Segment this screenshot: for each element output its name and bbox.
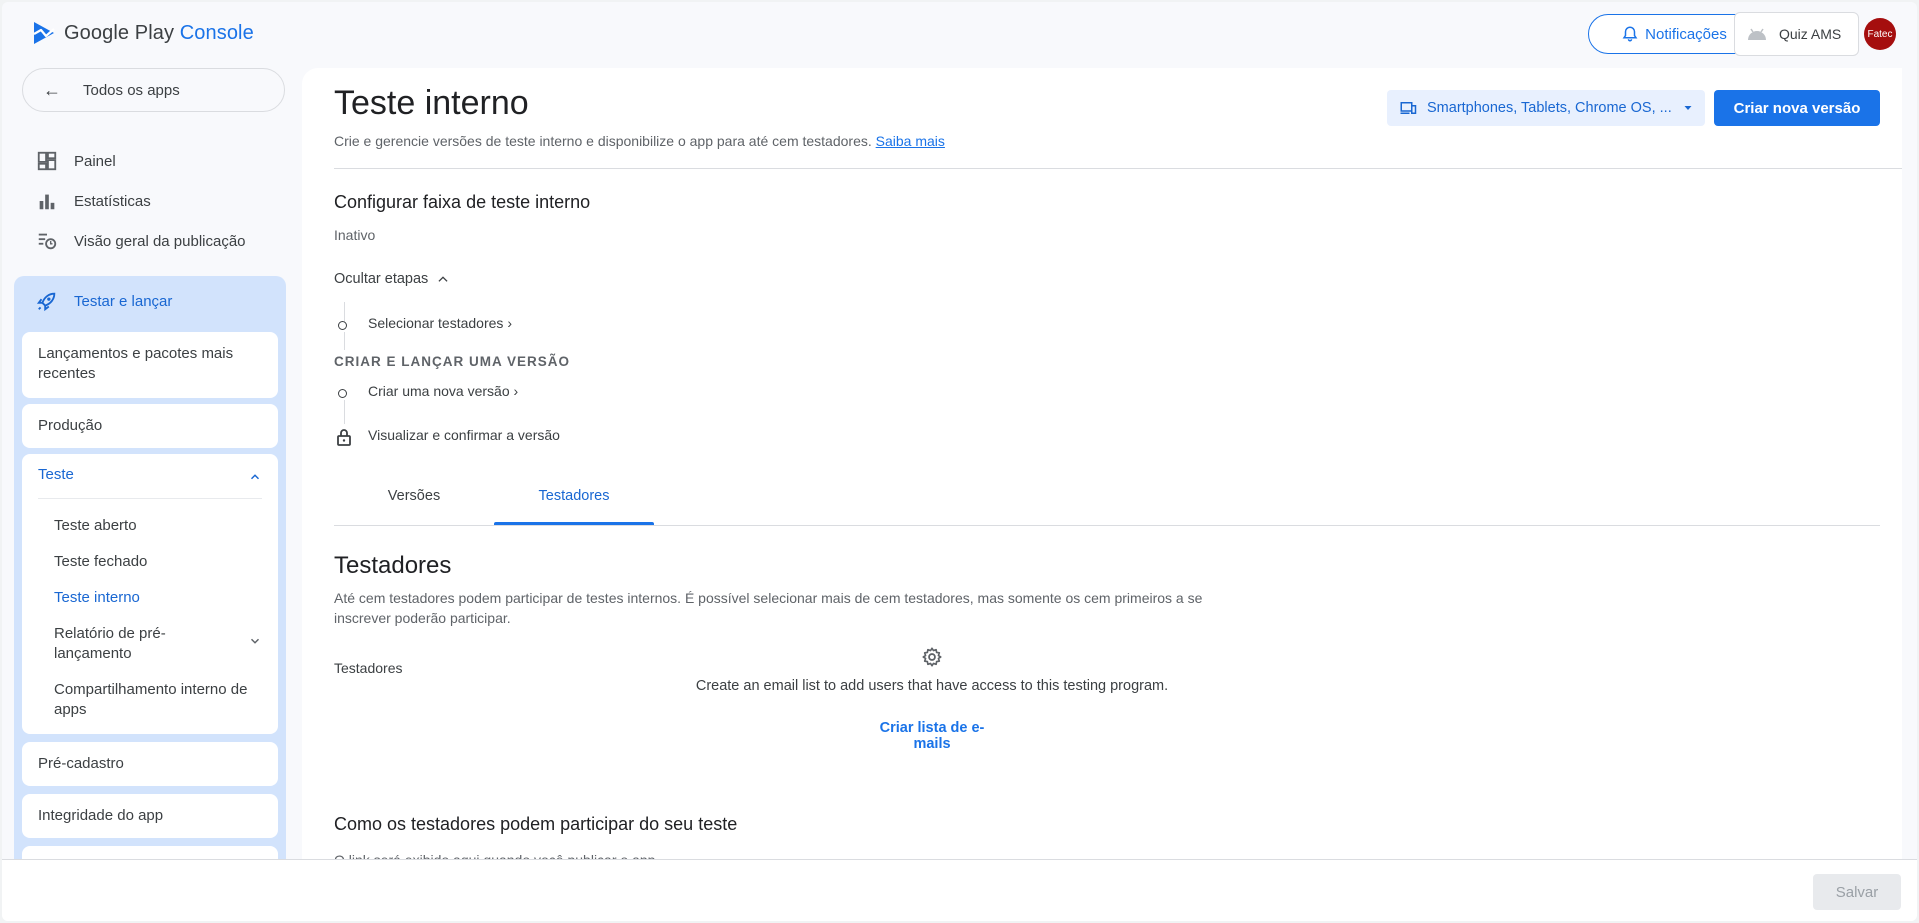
tab-testers[interactable]: Testadores [494, 488, 654, 504]
chevron-up-icon[interactable] [248, 470, 262, 484]
step-review-release: Visualizar e confirmar a versão [368, 427, 560, 443]
logo-text: Google Play Console [64, 21, 254, 44]
sidebar-item-latest-releases[interactable]: Lançamentos e pacotes mais recentes [22, 332, 278, 398]
create-release-button[interactable]: Criar nova versão [1714, 90, 1880, 126]
all-apps-button[interactable]: ← Todos os apps [22, 68, 285, 112]
sidebar-item-label: Painel [74, 152, 116, 170]
device-type-select[interactable]: Smartphones, Tablets, Chrome OS, ... [1387, 90, 1705, 126]
bar-chart-icon [39, 194, 55, 210]
footer-bar: Salvar [2, 859, 1917, 921]
android-icon [1748, 28, 1766, 40]
configure-track-title: Configurar faixa de teste interno [334, 192, 591, 212]
sidebar-item-closed-testing[interactable]: Teste fechado [54, 552, 147, 572]
sidebar-item-open-testing[interactable]: Teste aberto [54, 516, 137, 536]
settings-gear-icon [922, 647, 942, 667]
bell-icon [1622, 26, 1638, 42]
card-label: Lançamentos e pacotes mais recentes [38, 345, 234, 382]
step-indicator [338, 389, 347, 398]
testers-label: Testadores [334, 660, 403, 676]
sidebar-item-statistics[interactable]: Estatísticas [36, 190, 151, 212]
learn-more-link[interactable]: Saiba mais [876, 133, 945, 149]
sidebar-item-app-integrity[interactable]: Integridade do app [22, 794, 278, 838]
app-frame: Google Play Console Notificações Quiz AM… [2, 2, 1917, 921]
rocket-icon [36, 292, 56, 312]
create-release-section-heading: CRIAR E LANÇAR UMA VERSÃO [334, 354, 571, 369]
step-indicator [338, 321, 347, 330]
card-label: Pré-cadastro [38, 755, 124, 772]
sidebar-item-dashboard[interactable]: Painel [36, 150, 116, 172]
testers-description: Até cem testadores podem participar de t… [334, 590, 1203, 626]
tab-releases[interactable]: Versões [334, 488, 494, 504]
play-console-logo[interactable]: Google Play Console [32, 20, 254, 46]
sidebar: ← Todos os apps Painel Estatísticas Visã… [2, 66, 302, 890]
save-button[interactable]: Salvar [1813, 874, 1901, 910]
page-title: Teste interno [334, 84, 529, 122]
chevron-right-icon: › [513, 383, 519, 399]
play-console-logo-icon [33, 22, 55, 44]
sidebar-item-label: Visão geral da publicação [74, 232, 246, 250]
divider [38, 498, 262, 499]
hide-steps-label: Ocultar etapas [334, 271, 429, 287]
card-label: Produção [38, 417, 103, 434]
lock-icon [337, 429, 351, 446]
sidebar-item-publishing-overview[interactable]: Visão geral da publicação [36, 230, 246, 252]
notifications-label: Notificações [1645, 25, 1727, 43]
create-email-list-button[interactable]: Criar lista de e-mails [864, 720, 1000, 752]
dropdown-arrow-icon [1684, 106, 1692, 110]
chevron-right-icon: › [507, 315, 512, 331]
header-divider [334, 168, 1902, 169]
tabs-divider [334, 525, 1880, 526]
steps-line [344, 400, 345, 424]
sidebar-item-test[interactable]: Teste [38, 466, 74, 483]
device-select-label: Smartphones, Tablets, Chrome OS, ... [1427, 100, 1672, 116]
sidebar-item-label: Estatísticas [74, 192, 151, 210]
arrow-back-icon: ← [43, 79, 61, 100]
chevron-down-icon[interactable] [248, 634, 262, 648]
testers-title: Testadores [334, 552, 452, 579]
app-name: Quiz AMS [1779, 26, 1842, 42]
steps-line [344, 302, 345, 322]
sidebar-item-pre-registration[interactable]: Pré-cadastro [22, 742, 278, 786]
sidebar-item-internal-app-sharing[interactable]: Compartilhamento interno de apps [54, 680, 259, 720]
hide-steps-toggle[interactable]: Ocultar etapas [334, 271, 450, 287]
avatar[interactable]: Fatec [1864, 18, 1896, 50]
step-select-testers[interactable]: Selecionar testadores › [368, 315, 512, 331]
all-apps-label: Todos os apps [83, 81, 180, 99]
devices-icon [1400, 102, 1417, 114]
chevron-up-icon [438, 276, 448, 282]
card-label: Integridade do app [38, 807, 164, 824]
sidebar-item-test-and-release[interactable]: Testar e lançar [36, 290, 172, 312]
page-description: Crie e gerencie versões de teste interno… [334, 133, 945, 149]
empty-state-message: Create an email list to add users that h… [695, 678, 1169, 694]
sidebar-group-test-and-release: Testar e lançar Lançamentos e pacotes ma… [14, 276, 286, 890]
dashboard-icon [37, 151, 57, 171]
steps-line [344, 332, 345, 350]
top-bar: Google Play Console Notificações Quiz AM… [2, 2, 1917, 66]
sidebar-item-production[interactable]: Produção [22, 404, 278, 448]
group-label: Testar e lançar [74, 292, 173, 310]
step-create-release[interactable]: Criar uma nova versão › [368, 383, 518, 399]
sidebar-card-test: Teste Teste aberto Teste fechado Teste i… [22, 454, 278, 734]
app-selector[interactable]: Quiz AMS [1734, 12, 1859, 56]
sidebar-item-pre-launch-report[interactable]: Relatório de pré-lançamento [54, 624, 224, 664]
sidebar-item-internal-testing[interactable]: Teste interno [54, 588, 140, 608]
how-testers-join-title: Como os testadores podem participar do s… [334, 814, 738, 834]
track-status: Inativo [334, 227, 376, 243]
main-content: Teste interno Crie e gerencie versões de… [302, 68, 1902, 861]
publishing-overview-icon [38, 233, 57, 250]
